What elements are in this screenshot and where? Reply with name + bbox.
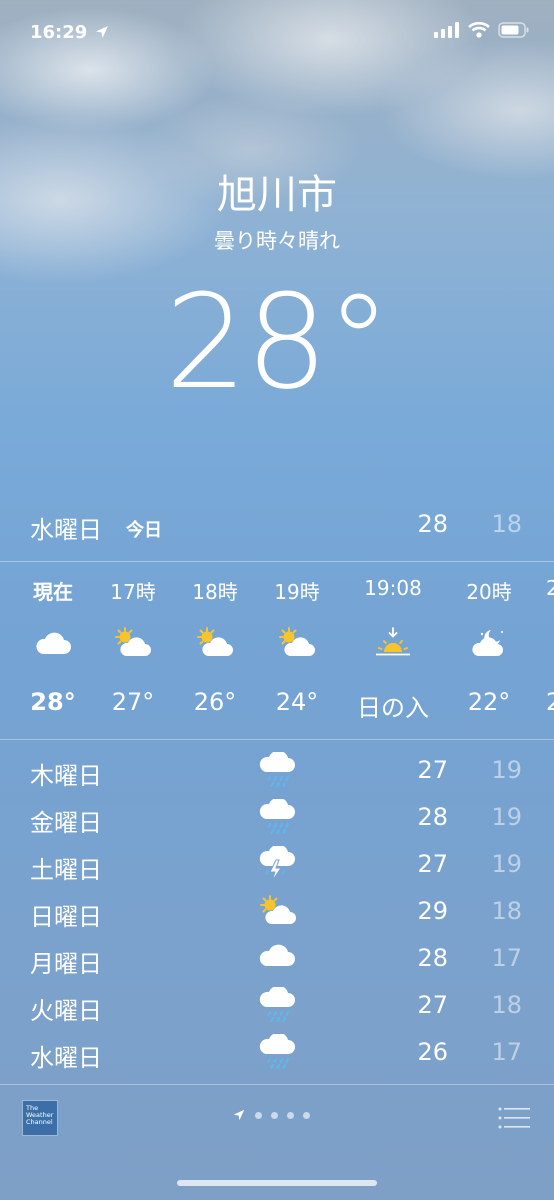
hour-label: 20時 [466, 580, 512, 604]
partly-cloudy-night-icon [472, 630, 503, 656]
daily-row: 日曜日 29 18 [0, 893, 554, 939]
today-label: 今日 [126, 520, 162, 541]
battery-icon [498, 22, 529, 38]
wifi-icon [468, 22, 490, 38]
day-high: 26 [417, 1038, 448, 1066]
sunset-label: 日の入 [357, 694, 429, 722]
page-dot [255, 1111, 262, 1119]
day-high: 29 [417, 897, 448, 925]
rain-icon [259, 752, 295, 787]
cloud-background [0, 0, 554, 300]
current-temperature: 28° [164, 266, 391, 418]
partly-sunny-icon [115, 627, 151, 656]
hour-label: 現在 [33, 580, 73, 604]
day-name: 水曜日 [30, 1044, 102, 1072]
today-summary-row: 水曜日 今日 28 18 [0, 506, 554, 546]
divider [0, 739, 554, 740]
day-high: 28 [417, 944, 448, 972]
day-name: 日曜日 [30, 903, 102, 931]
day-low: 18 [491, 897, 522, 925]
current-location-arrow-icon [233, 1109, 245, 1121]
daily-row: 木曜日 27 19 [0, 752, 554, 798]
day-name: 月曜日 [30, 950, 102, 978]
day-high: 27 [417, 756, 448, 784]
day-low: 18 [491, 991, 522, 1019]
thunderstorm-icon [259, 846, 295, 882]
location-arrow-icon [96, 26, 108, 38]
today-day-name: 水曜日 [30, 516, 102, 544]
rain-icon [259, 1034, 295, 1069]
hour-temp: 27° [111, 688, 155, 716]
day-name: 木曜日 [30, 762, 102, 790]
day-name: 火曜日 [30, 997, 102, 1025]
hour-label: 19時 [274, 580, 320, 604]
hour-label: 18時 [192, 580, 238, 604]
weather-channel-logo[interactable]: The Weather Channel [22, 1100, 58, 1136]
hour-temp: 22° [467, 688, 511, 716]
today-high: 28 [417, 510, 448, 538]
page-indicator[interactable] [232, 1108, 310, 1122]
city-list-icon[interactable] [498, 1106, 530, 1130]
day-high: 28 [417, 803, 448, 831]
hour-temp: 26° [193, 688, 237, 716]
signal-icon [434, 22, 459, 38]
hour-temp: 2 [546, 688, 554, 716]
status-time: 16:29 [30, 22, 88, 43]
sunset-icon [376, 627, 410, 656]
page-dot [287, 1111, 294, 1119]
hour-temp: 28° [30, 688, 76, 716]
weather-condition: 曇り時々晴れ [214, 229, 340, 253]
cloud-icon [36, 632, 71, 654]
day-low: 19 [491, 850, 522, 878]
hourly-forecast-scroller[interactable]: 現在 28° 17時 27° 18時 26° 19時 24° 19:08 日の入… [0, 562, 554, 738]
footer-toolbar: The Weather Channel [0, 1094, 554, 1144]
day-low: 17 [491, 944, 522, 972]
rain-icon [259, 799, 295, 834]
daily-row: 水曜日 26 17 [0, 1034, 554, 1080]
status-indicators [434, 22, 530, 38]
daily-row: 火曜日 27 18 [0, 987, 554, 1033]
daily-row: 月曜日 28 17 [0, 940, 554, 986]
home-indicator[interactable] [177, 1180, 377, 1186]
daily-row: 土曜日 27 19 [0, 846, 554, 892]
day-low: 19 [491, 756, 522, 784]
partly-sunny-icon [279, 627, 315, 656]
divider [0, 1084, 554, 1085]
day-name: 金曜日 [30, 809, 102, 837]
day-low: 19 [491, 803, 522, 831]
hour-label: 19:08 [364, 576, 422, 600]
page-dot [271, 1111, 278, 1119]
day-name: 土曜日 [30, 856, 102, 884]
day-high: 27 [417, 850, 448, 878]
partly-sunny-icon [260, 895, 296, 924]
day-low: 17 [491, 1038, 522, 1066]
daily-row: 金曜日 28 19 [0, 799, 554, 845]
city-name: 旭川市 [217, 172, 337, 218]
hour-label: 2 [546, 576, 554, 600]
page-dot [303, 1111, 310, 1119]
rain-icon [259, 987, 295, 1022]
today-low: 18 [491, 510, 522, 538]
hour-temp: 24° [275, 688, 319, 716]
partly-sunny-icon [197, 627, 233, 656]
cloud-icon [259, 944, 295, 966]
day-high: 27 [417, 991, 448, 1019]
hour-label: 17時 [110, 580, 156, 604]
